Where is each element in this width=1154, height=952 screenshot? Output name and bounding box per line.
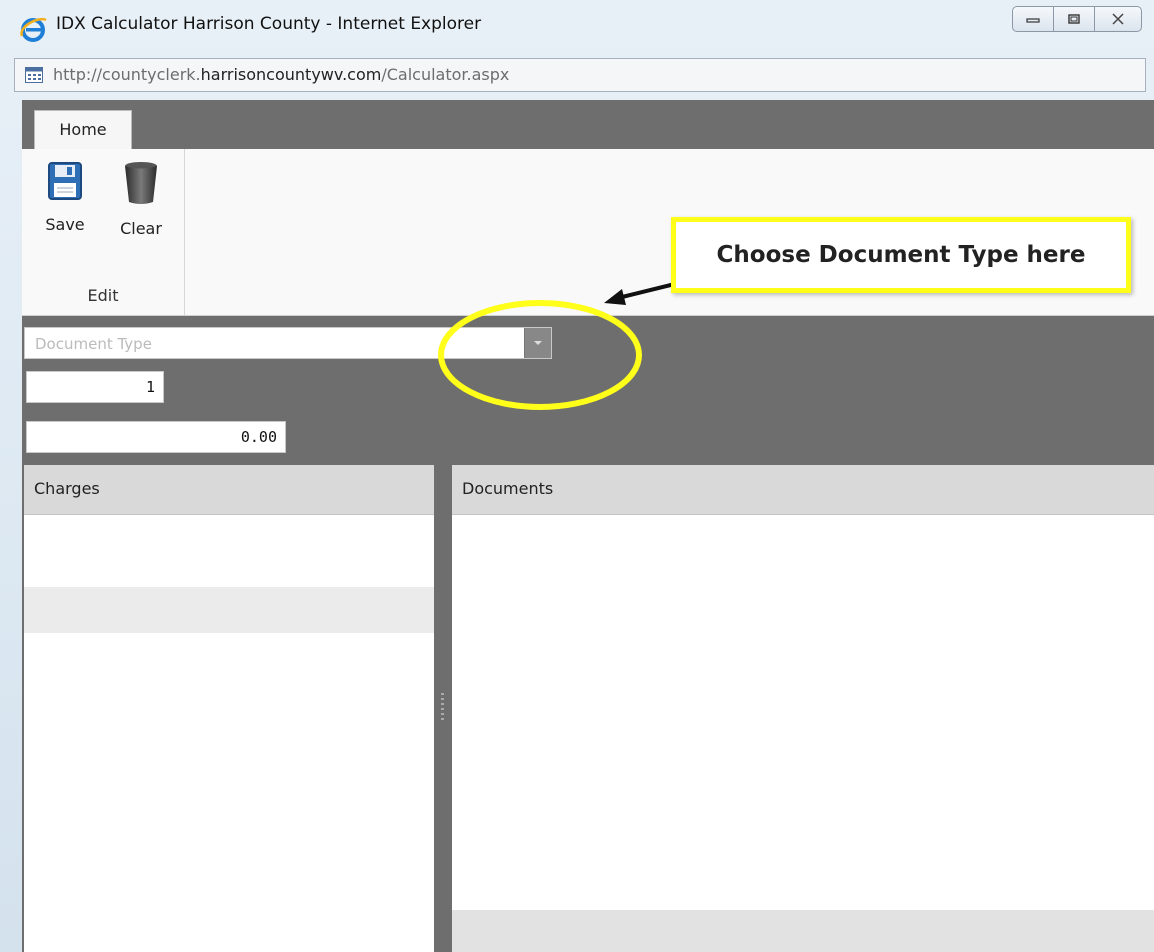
arrow-head-icon (604, 289, 626, 305)
annotation-overlay (438, 279, 688, 410)
browser-window: IDX Calculator Harrison County - Interne… (0, 0, 1154, 952)
annotation-callout: Choose Document Type here (671, 217, 1131, 293)
highlight-circle (438, 300, 642, 410)
